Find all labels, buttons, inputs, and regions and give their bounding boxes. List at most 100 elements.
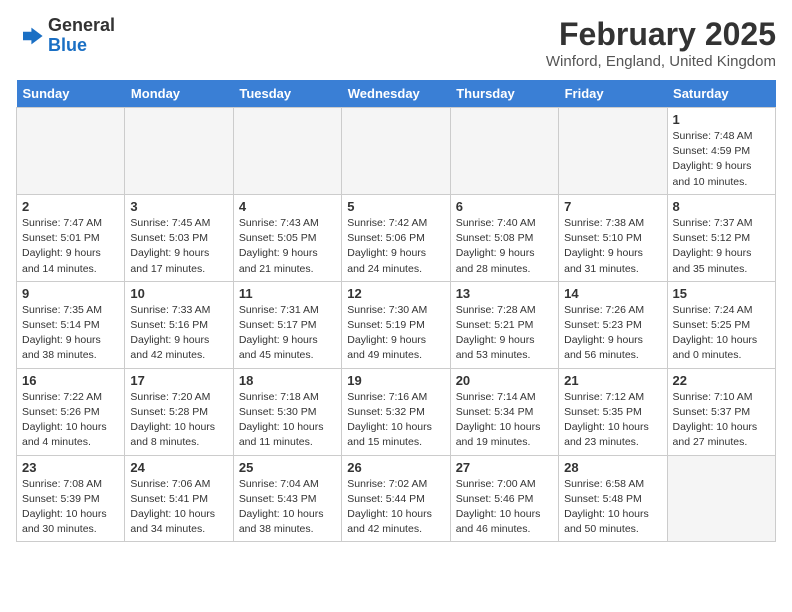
day-number: 23 bbox=[22, 460, 119, 475]
day-number: 9 bbox=[22, 286, 119, 301]
day-info: Sunrise: 7:18 AMSunset: 5:30 PMDaylight:… bbox=[239, 390, 336, 451]
calendar-week-row: 2 Sunrise: 7:47 AMSunset: 5:01 PMDaylight… bbox=[17, 194, 776, 281]
calendar-day-cell: 7 Sunrise: 7:38 AMSunset: 5:10 PMDaylight… bbox=[559, 194, 667, 281]
day-info: Sunrise: 7:16 AMSunset: 5:32 PMDaylight:… bbox=[347, 390, 444, 451]
calendar-week-row: 23 Sunrise: 7:08 AMSunset: 5:39 PMDayligh… bbox=[17, 455, 776, 542]
calendar-day-cell: 6Sunrise: 7:40 AMSunset: 5:08 PMDaylight… bbox=[450, 194, 558, 281]
day-info: Sunrise: 7:45 AMSunset: 5:03 PMDaylight:… bbox=[130, 216, 227, 277]
day-info: Sunrise: 7:10 AMSunset: 5:37 PMDaylight:… bbox=[673, 390, 770, 451]
day-number: 24 bbox=[130, 460, 227, 475]
calendar-week-row: 1Sunrise: 7:48 AMSunset: 4:59 PMDaylight… bbox=[17, 108, 776, 195]
calendar-day-cell: 4 Sunrise: 7:43 AMSunset: 5:05 PMDaylight… bbox=[233, 194, 341, 281]
weekday-header-row: SundayMondayTuesdayWednesdayThursdayFrid… bbox=[17, 80, 776, 108]
day-info: Sunrise: 7:08 AMSunset: 5:39 PMDaylight:… bbox=[22, 477, 119, 538]
day-info: Sunrise: 7:00 AMSunset: 5:46 PMDaylight:… bbox=[456, 477, 553, 538]
day-number: 8 bbox=[673, 199, 770, 214]
day-info: Sunrise: 7:26 AMSunset: 5:23 PMDaylight:… bbox=[564, 303, 661, 364]
weekday-header: Tuesday bbox=[233, 80, 341, 108]
month-year-title: February 2025 bbox=[546, 16, 776, 53]
calendar-day-cell: 20 Sunrise: 7:14 AMSunset: 5:34 PMDayligh… bbox=[450, 368, 558, 455]
day-info: Sunrise: 7:47 AMSunset: 5:01 PMDaylight:… bbox=[22, 216, 119, 277]
title-block: February 2025 Winford, England, United K… bbox=[546, 16, 776, 70]
day-number: 25 bbox=[239, 460, 336, 475]
calendar-day-cell: 25 Sunrise: 7:04 AMSunset: 5:43 PMDayligh… bbox=[233, 455, 341, 542]
day-info: Sunrise: 7:35 AMSunset: 5:14 PMDaylight:… bbox=[22, 303, 119, 364]
calendar-day-cell: 12 Sunrise: 7:30 AMSunset: 5:19 PMDayligh… bbox=[342, 281, 450, 368]
day-number: 12 bbox=[347, 286, 444, 301]
calendar-day-cell bbox=[667, 455, 775, 542]
day-info: Sunrise: 7:40 AMSunset: 5:08 PMDaylight:… bbox=[456, 216, 553, 277]
weekday-header: Friday bbox=[559, 80, 667, 108]
calendar-day-cell: 22 Sunrise: 7:10 AMSunset: 5:37 PMDayligh… bbox=[667, 368, 775, 455]
day-number: 7 bbox=[564, 199, 661, 214]
weekday-header: Wednesday bbox=[342, 80, 450, 108]
calendar-day-cell: 15 Sunrise: 7:24 AMSunset: 5:25 PMDayligh… bbox=[667, 281, 775, 368]
day-number: 26 bbox=[347, 460, 444, 475]
day-info: Sunrise: 7:38 AMSunset: 5:10 PMDaylight:… bbox=[564, 216, 661, 277]
weekday-header: Saturday bbox=[667, 80, 775, 108]
calendar-day-cell: 27Sunrise: 7:00 AMSunset: 5:46 PMDayligh… bbox=[450, 455, 558, 542]
calendar-week-row: 9 Sunrise: 7:35 AMSunset: 5:14 PMDaylight… bbox=[17, 281, 776, 368]
calendar-day-cell bbox=[342, 108, 450, 195]
calendar-day-cell: 13 Sunrise: 7:28 AMSunset: 5:21 PMDayligh… bbox=[450, 281, 558, 368]
calendar-day-cell: 11Sunrise: 7:31 AMSunset: 5:17 PMDayligh… bbox=[233, 281, 341, 368]
day-info: Sunrise: 6:58 AMSunset: 5:48 PMDaylight:… bbox=[564, 477, 661, 538]
day-number: 15 bbox=[673, 286, 770, 301]
weekday-header: Sunday bbox=[17, 80, 125, 108]
calendar-day-cell: 8Sunrise: 7:37 AMSunset: 5:12 PMDaylight… bbox=[667, 194, 775, 281]
day-number: 10 bbox=[130, 286, 227, 301]
calendar-day-cell bbox=[233, 108, 341, 195]
day-info: Sunrise: 7:20 AMSunset: 5:28 PMDaylight:… bbox=[130, 390, 227, 451]
weekday-header: Monday bbox=[125, 80, 233, 108]
calendar-day-cell: 16 Sunrise: 7:22 AMSunset: 5:26 PMDayligh… bbox=[17, 368, 125, 455]
day-number: 4 bbox=[239, 199, 336, 214]
day-info: Sunrise: 7:43 AMSunset: 5:05 PMDaylight:… bbox=[239, 216, 336, 277]
day-number: 28 bbox=[564, 460, 661, 475]
calendar-day-cell: 19Sunrise: 7:16 AMSunset: 5:32 PMDayligh… bbox=[342, 368, 450, 455]
day-info: Sunrise: 7:14 AMSunset: 5:34 PMDaylight:… bbox=[456, 390, 553, 451]
logo-icon bbox=[16, 22, 44, 50]
calendar-day-cell: 23 Sunrise: 7:08 AMSunset: 5:39 PMDayligh… bbox=[17, 455, 125, 542]
calendar-day-cell bbox=[17, 108, 125, 195]
day-number: 2 bbox=[22, 199, 119, 214]
day-number: 11 bbox=[239, 286, 336, 301]
calendar-day-cell: 2 Sunrise: 7:47 AMSunset: 5:01 PMDaylight… bbox=[17, 194, 125, 281]
calendar-day-cell: 10 Sunrise: 7:33 AMSunset: 5:16 PMDayligh… bbox=[125, 281, 233, 368]
calendar-day-cell: 17 Sunrise: 7:20 AMSunset: 5:28 PMDayligh… bbox=[125, 368, 233, 455]
day-number: 14 bbox=[564, 286, 661, 301]
day-number: 18 bbox=[239, 373, 336, 388]
day-number: 20 bbox=[456, 373, 553, 388]
day-info: Sunrise: 7:24 AMSunset: 5:25 PMDaylight:… bbox=[673, 303, 770, 364]
calendar-day-cell: 24 Sunrise: 7:06 AMSunset: 5:41 PMDayligh… bbox=[125, 455, 233, 542]
calendar-table: SundayMondayTuesdayWednesdayThursdayFrid… bbox=[16, 80, 776, 542]
calendar-day-cell bbox=[450, 108, 558, 195]
calendar-day-cell: 3 Sunrise: 7:45 AMSunset: 5:03 PMDaylight… bbox=[125, 194, 233, 281]
day-number: 13 bbox=[456, 286, 553, 301]
calendar-day-cell: 26 Sunrise: 7:02 AMSunset: 5:44 PMDayligh… bbox=[342, 455, 450, 542]
day-info: Sunrise: 7:02 AMSunset: 5:44 PMDaylight:… bbox=[347, 477, 444, 538]
logo-text: General Blue bbox=[48, 16, 115, 56]
day-info: Sunrise: 7:06 AMSunset: 5:41 PMDaylight:… bbox=[130, 477, 227, 538]
day-number: 17 bbox=[130, 373, 227, 388]
day-number: 16 bbox=[22, 373, 119, 388]
calendar-week-row: 16 Sunrise: 7:22 AMSunset: 5:26 PMDayligh… bbox=[17, 368, 776, 455]
day-info: Sunrise: 7:33 AMSunset: 5:16 PMDaylight:… bbox=[130, 303, 227, 364]
calendar-day-cell bbox=[125, 108, 233, 195]
calendar-day-cell: 5 Sunrise: 7:42 AMSunset: 5:06 PMDaylight… bbox=[342, 194, 450, 281]
day-number: 5 bbox=[347, 199, 444, 214]
day-info: Sunrise: 7:30 AMSunset: 5:19 PMDaylight:… bbox=[347, 303, 444, 364]
calendar-day-cell bbox=[559, 108, 667, 195]
calendar-day-cell: 21 Sunrise: 7:12 AMSunset: 5:35 PMDayligh… bbox=[559, 368, 667, 455]
day-info: Sunrise: 7:22 AMSunset: 5:26 PMDaylight:… bbox=[22, 390, 119, 451]
logo-general-text: General bbox=[48, 16, 115, 36]
day-info: Sunrise: 7:04 AMSunset: 5:43 PMDaylight:… bbox=[239, 477, 336, 538]
logo-blue-text: Blue bbox=[48, 36, 115, 56]
page-header: General Blue February 2025 Winford, Engl… bbox=[16, 16, 776, 70]
day-info: Sunrise: 7:12 AMSunset: 5:35 PMDaylight:… bbox=[564, 390, 661, 451]
day-number: 22 bbox=[673, 373, 770, 388]
day-info: Sunrise: 7:28 AMSunset: 5:21 PMDaylight:… bbox=[456, 303, 553, 364]
calendar-day-cell: 18 Sunrise: 7:18 AMSunset: 5:30 PMDayligh… bbox=[233, 368, 341, 455]
day-number: 3 bbox=[130, 199, 227, 214]
day-info: Sunrise: 7:42 AMSunset: 5:06 PMDaylight:… bbox=[347, 216, 444, 277]
day-number: 21 bbox=[564, 373, 661, 388]
